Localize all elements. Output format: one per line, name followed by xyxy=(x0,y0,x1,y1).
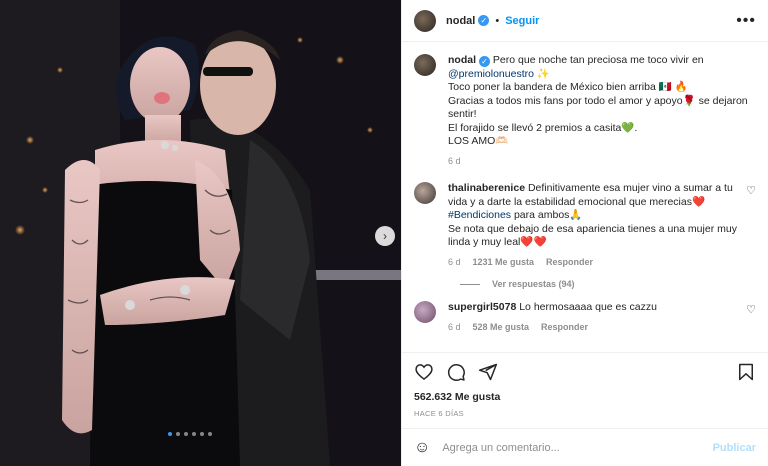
heart-icon[interactable]: ♡ xyxy=(746,303,756,334)
timestamp[interactable]: 6 d xyxy=(448,256,461,270)
avatar[interactable] xyxy=(414,301,436,323)
verified-badge-icon: ✓ xyxy=(478,15,490,26)
action-icons xyxy=(414,361,756,383)
caption-line: El forajido se llevó 2 premios a casita💚… xyxy=(448,121,638,134)
photo-image xyxy=(0,0,401,466)
verified-badge-icon: ✓ xyxy=(479,56,490,67)
more-options-icon[interactable]: ••• xyxy=(736,12,756,30)
chevron-right-icon: › xyxy=(383,229,387,243)
caption-username[interactable]: nodal xyxy=(448,54,476,66)
caption-line: Toco poner la bandera de México bien arr… xyxy=(448,81,688,93)
view-replies-button[interactable]: Ver respuestas (94) xyxy=(460,279,756,289)
timestamp[interactable]: 6 d xyxy=(448,321,461,335)
caption-meta: 6 d xyxy=(448,155,756,169)
comment: thalinaberenice Definitivamente esa muje… xyxy=(414,182,756,269)
post-photo[interactable]: › xyxy=(0,0,401,466)
caption-line: LOS AMO🫶🏻 xyxy=(448,135,509,147)
carousel-dot xyxy=(200,432,204,436)
carousel-dot xyxy=(184,432,188,436)
like-heart-icon[interactable] xyxy=(414,362,434,382)
hashtag-link[interactable]: #Bendiciones xyxy=(448,209,511,221)
reply-button[interactable]: Responder xyxy=(546,256,593,270)
replies-divider xyxy=(460,283,480,285)
comments-section: nodal ✓ Pero que noche tan preciosa me to… xyxy=(402,42,768,352)
carousel-dot xyxy=(168,432,172,436)
view-replies-label: Ver respuestas (94) xyxy=(492,279,575,289)
comment-input[interactable] xyxy=(442,441,713,454)
post-header: nodal ✓ • Seguir ••• xyxy=(402,0,768,42)
emoji-icon[interactable]: ☺ xyxy=(414,439,430,457)
publish-button[interactable]: Publicar xyxy=(713,442,756,454)
follow-button[interactable]: Seguir xyxy=(505,15,539,27)
comment-text: para ambos🙏 xyxy=(511,209,583,221)
author-username[interactable]: nodal xyxy=(446,15,475,27)
save-bookmark-icon[interactable] xyxy=(736,362,756,382)
caption: nodal ✓ Pero que noche tan preciosa me to… xyxy=(414,54,756,168)
heart-icon[interactable]: ♡ xyxy=(746,184,756,269)
post-sidebar: nodal ✓ • Seguir ••• nodal ✓ Pero que noc… xyxy=(401,0,768,466)
comment-username[interactable]: thalinaberenice xyxy=(448,182,525,194)
caption-line: Gracias a todos mis fans por todo el amo… xyxy=(448,94,748,121)
avatar[interactable] xyxy=(414,182,436,204)
comment-text: Lo hermosaaaa que es cazzu xyxy=(519,301,657,313)
post-actions: 562.632 Me gusta HACE 6 DÍAS xyxy=(402,352,768,418)
post-modal: › nodal ✓ • Seguir ••• nodal ✓ Pero que n… xyxy=(0,0,768,466)
avatar[interactable] xyxy=(414,9,436,32)
timestamp[interactable]: 6 d xyxy=(448,155,461,169)
comment-likes[interactable]: 528 Me gusta xyxy=(473,321,530,335)
comment-text: Se nota que debajo de esa apariencia tie… xyxy=(448,222,737,249)
caption-mention-link[interactable]: @premiolonuestro ✨ xyxy=(448,68,550,80)
carousel-dot xyxy=(176,432,180,436)
comment-likes[interactable]: 1231 Me gusta xyxy=(473,256,535,270)
comment-composer: ☺ Publicar xyxy=(402,428,768,466)
comment-username[interactable]: supergirl5078 xyxy=(448,301,516,313)
reply-button[interactable]: Responder xyxy=(541,321,588,335)
post-date[interactable]: HACE 6 DÍAS xyxy=(414,409,756,418)
caption-line: Pero que noche tan preciosa me toco vivi… xyxy=(492,54,704,66)
share-send-icon[interactable] xyxy=(478,362,498,382)
likes-count[interactable]: 562.632 Me gusta xyxy=(414,391,756,403)
avatar[interactable] xyxy=(414,54,436,76)
carousel-dot xyxy=(208,432,212,436)
comment-meta: 6 d 1231 Me gusta Responder xyxy=(448,256,740,270)
comment-bubble-icon[interactable] xyxy=(446,362,466,382)
carousel-indicator xyxy=(168,432,212,436)
carousel-dot xyxy=(192,432,196,436)
comment: supergirl5078 Lo hermosaaaa que es cazzu… xyxy=(414,301,756,334)
carousel-next-button[interactable]: › xyxy=(375,226,395,246)
header-separator: • xyxy=(495,14,500,27)
comment-meta: 6 d 528 Me gusta Responder xyxy=(448,321,740,335)
